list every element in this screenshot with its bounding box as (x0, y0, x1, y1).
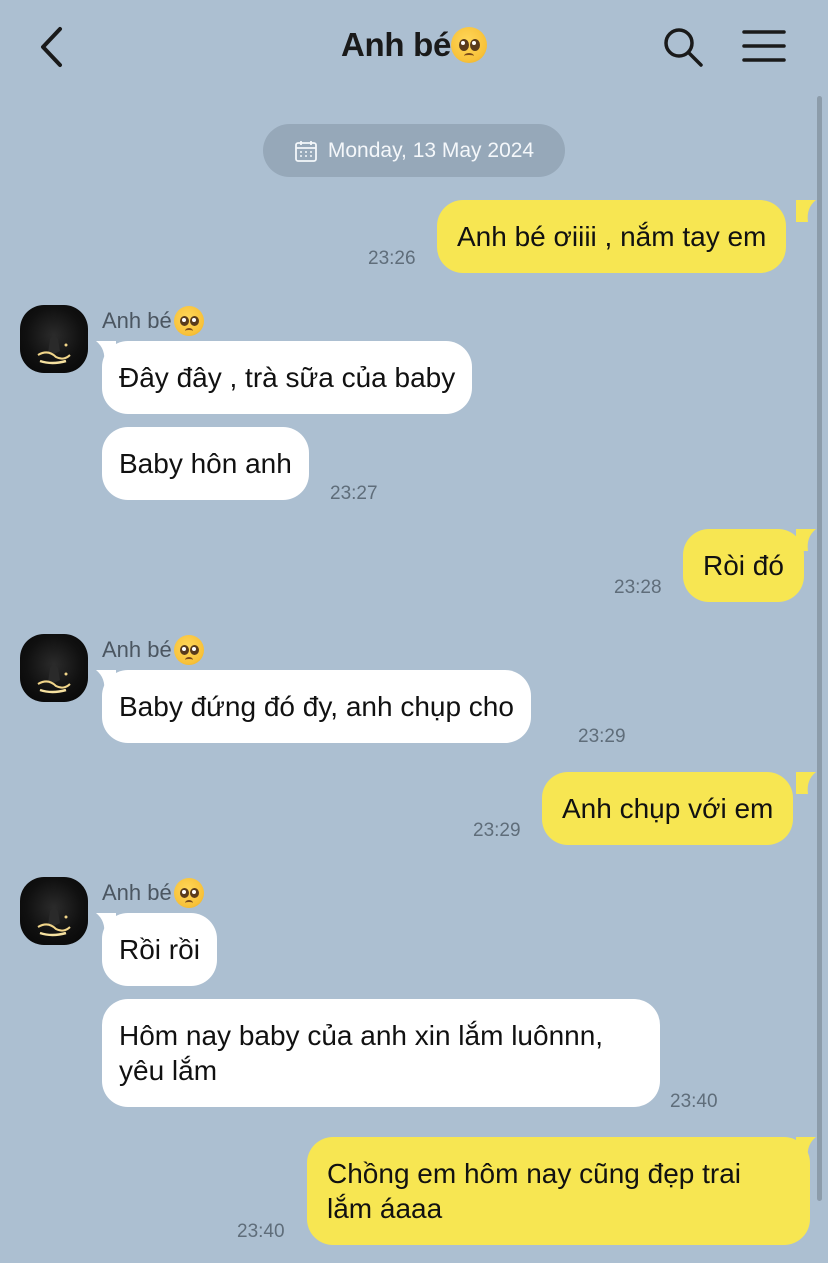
outgoing-message[interactable]: Ròi đó (683, 529, 804, 602)
message-text-line: Hôm nay baby của anh xin lắm luônnn, (119, 1020, 604, 1051)
message-text: Baby hôn anh (119, 448, 292, 479)
message-text: Ròi đó (703, 550, 784, 581)
bubble-tail (96, 670, 116, 692)
message-text-line: lắm áaaa (327, 1193, 443, 1224)
incoming-message[interactable]: Baby hôn anh (102, 427, 309, 500)
contact-avatar[interactable] (20, 305, 88, 373)
menu-button[interactable] (742, 28, 786, 64)
message-time: 23:40 (670, 1091, 718, 1112)
incoming-message[interactable]: Rồi rồi (102, 913, 217, 986)
avatar-photo (37, 908, 71, 937)
scrollbar[interactable] (817, 96, 822, 1201)
message-time: 23:28 (614, 577, 662, 598)
search-button[interactable] (662, 26, 704, 68)
sender-name: Anh bé (102, 306, 204, 336)
date-divider: Monday, 13 May 2024 (263, 124, 565, 177)
outgoing-message[interactable]: Anh bé ơiiii , nắm tay em (437, 200, 787, 273)
message-text: Anh chụp với em (562, 793, 774, 824)
incoming-message[interactable]: Hôm nay baby của anh xin lắm luônnn, yêu… (102, 999, 660, 1107)
bubble-tail (96, 913, 116, 935)
chat-header: Anh bé (0, 0, 828, 96)
date-divider-text: Monday, 13 May 2024 (327, 138, 535, 162)
contact-avatar[interactable] (20, 634, 88, 702)
contact-avatar[interactable] (20, 877, 88, 945)
avatar-photo (37, 665, 71, 694)
sender-name: Anh bé (102, 878, 204, 908)
message-text-line: Chồng em hôm nay cũng đẹp trai (327, 1158, 742, 1189)
search-icon (664, 28, 703, 67)
message-text: Đây đây , trà sữa của baby (119, 362, 456, 393)
incoming-message[interactable]: Baby đứng đó đy, anh chụp cho (102, 670, 531, 743)
message-text: Rồi rồi (119, 934, 200, 965)
message-time: 23:40 (237, 1221, 285, 1242)
message-time: 23:27 (330, 483, 378, 504)
pleading-face-icon (451, 27, 488, 64)
message-time: 23:29 (578, 726, 626, 747)
hamburger-menu-icon (742, 30, 786, 62)
avatar-photo (37, 336, 71, 365)
incoming-message[interactable]: Đây đây , trà sữa của baby (102, 341, 473, 414)
pleading-face-icon (173, 635, 204, 665)
message-text-line: yêu lắm (119, 1055, 218, 1086)
message-text: Anh bé ơiiii , nắm tay em (457, 221, 767, 252)
pleading-face-icon (173, 306, 204, 336)
outgoing-message[interactable]: Chồng em hôm nay cũng đẹp trai lắm áaaa (307, 1137, 810, 1245)
outgoing-message[interactable]: Anh chụp với em (542, 772, 794, 845)
message-text: Baby đứng đó đy, anh chụp cho (119, 691, 514, 722)
message-time: 23:26 (368, 248, 416, 269)
pleading-face-icon (173, 878, 204, 908)
calendar-icon (294, 140, 317, 162)
sender-name: Anh bé (102, 635, 204, 665)
message-time: 23:29 (473, 820, 521, 841)
chat-title-text: Anh bé (340, 26, 452, 63)
bubble-tail (96, 341, 116, 363)
